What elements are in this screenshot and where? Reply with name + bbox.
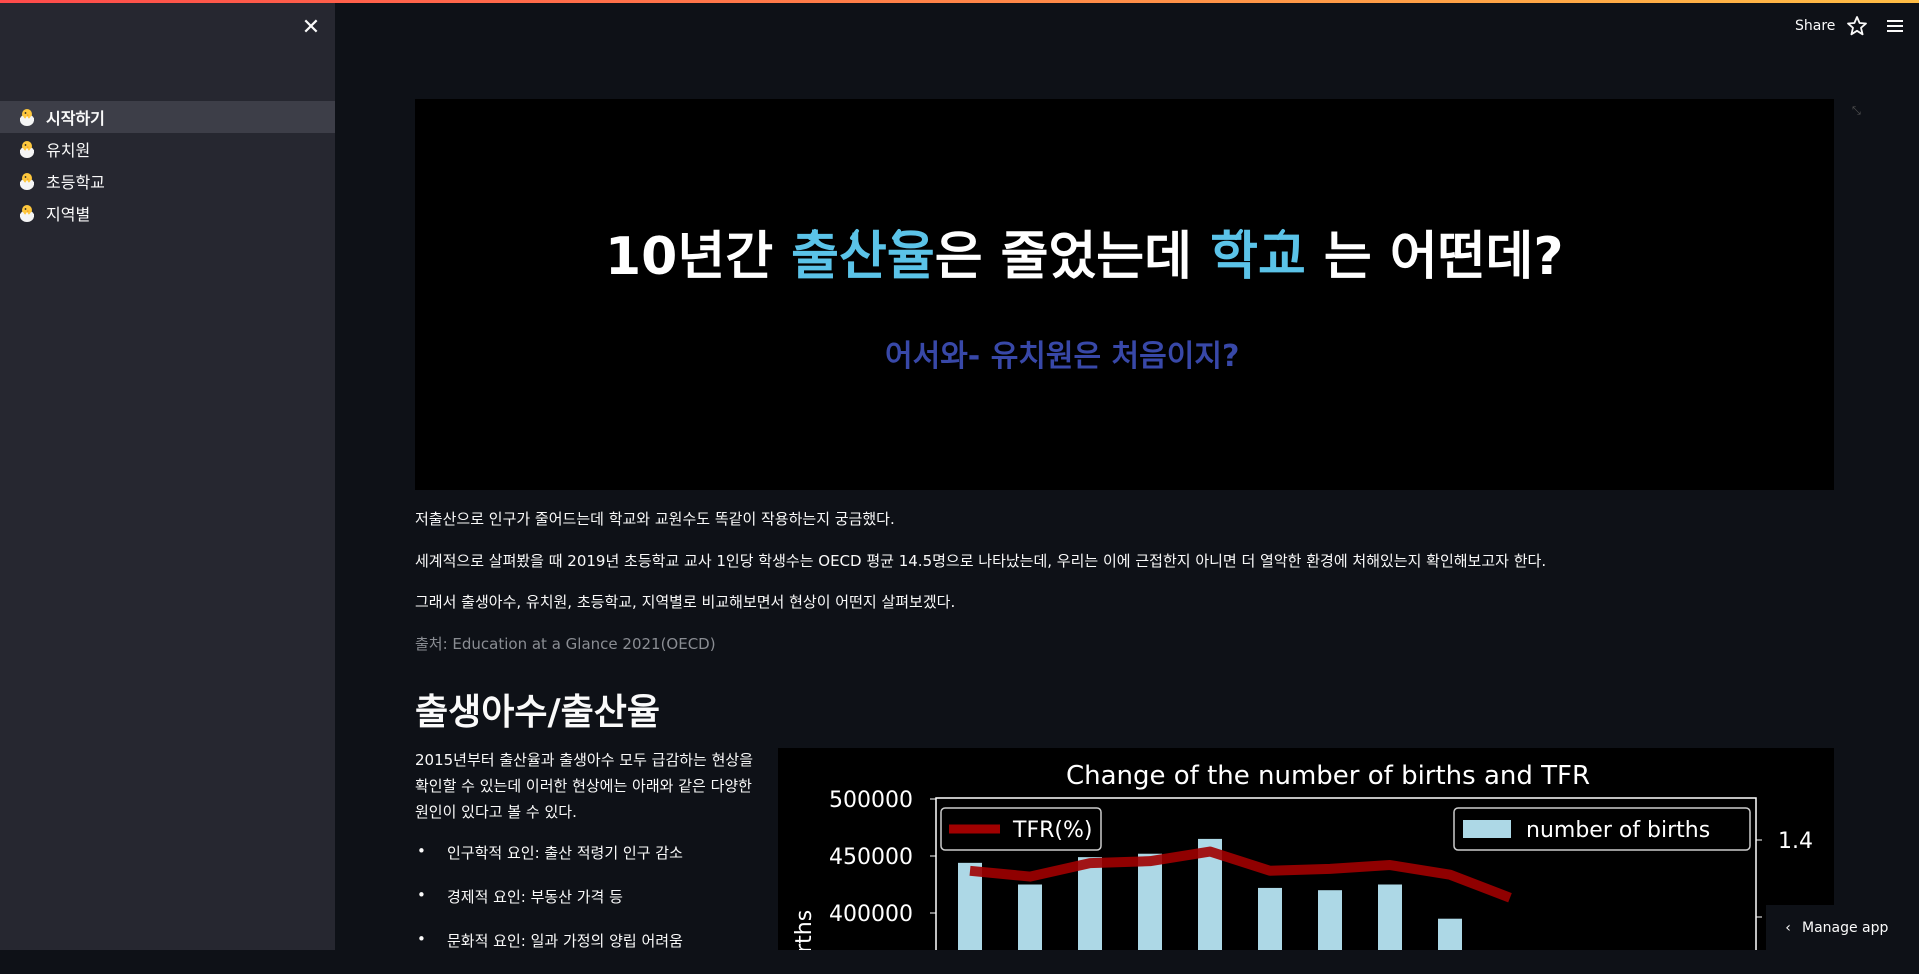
y2-tick-label: 1.4 — [1778, 829, 1813, 854]
hero-banner-image: 10년간 출산율은 줄었는데 학교 는 어떤데? 어서와- 유치원은 처음이지? — [415, 99, 1834, 490]
share-button[interactable]: Share — [1795, 18, 1835, 34]
sidebar-item-elementary[interactable]: 초등학교 — [0, 165, 335, 197]
bar — [1438, 918, 1462, 950]
hero-subtitle: 어서와- 유치원은 처음이지? — [885, 339, 1239, 374]
bar — [1318, 890, 1342, 950]
tfr-line — [969, 846, 1512, 903]
manage-app-label: Manage app — [1802, 919, 1889, 936]
hatching-chick-icon — [16, 170, 38, 192]
sidebar-item-label: 지역별 — [46, 205, 91, 224]
svg-text:number of births: number of births — [1526, 818, 1710, 843]
y-tick-label: 500000 — [829, 788, 913, 813]
y-tick-label: 450000 — [829, 845, 913, 870]
chevron-left-icon: ‹ — [1785, 919, 1791, 936]
sidebar-item-label: 유치원 — [46, 141, 91, 160]
y-axis-label: births — [792, 910, 817, 950]
hero-title-part: 는 어떤데? — [1306, 227, 1564, 287]
sidebar-item-label: 시작하기 — [46, 109, 105, 128]
star-icon[interactable] — [1845, 14, 1869, 38]
sidebar-nav: 시작하기 유치원 초등학교 지역별 — [0, 101, 335, 229]
hamburger-menu-icon[interactable] — [1883, 14, 1907, 38]
hatching-chick-icon — [16, 202, 38, 224]
hero-title-part: 10년간 — [605, 227, 791, 287]
bar — [1378, 884, 1402, 950]
hatching-chick-icon — [16, 138, 38, 160]
list-item: • 인구학적 요인: 출산 적령기 인구 감소 — [417, 842, 683, 862]
svg-text:TFR(%): TFR(%) — [1012, 818, 1092, 843]
chart-title: Change of the number of births and TFR — [1066, 761, 1590, 791]
births-tfr-chart: Change of the number of births and TFR 5… — [778, 748, 1834, 950]
sidebar-item-kindergarten[interactable]: 유치원 — [0, 133, 335, 165]
manage-app-button[interactable]: ‹ Manage app — [1766, 905, 1919, 950]
section-description: 2015년부터 출산율과 출생아수 모두 급감하는 현상을 확인할 수 있는데 … — [415, 751, 754, 821]
cause-list: • 인구학적 요인: 출산 적령기 인구 감소 • 경제적 요인: 부동산 가격 등… — [415, 842, 770, 974]
intro-paragraph-3: 그래서 출생아수, 유치원, 초등학교, 지역별로 비교해보면서 현상이 어떤지… — [415, 593, 956, 611]
close-icon[interactable]: ✕ — [300, 17, 322, 39]
hero-title-highlight: 학교 — [1210, 227, 1306, 287]
list-item: • 경제적 요인: 부동산 가격 등 — [417, 886, 623, 906]
bar — [1018, 884, 1042, 950]
hero-title-part: 은 줄었는데 — [935, 227, 1210, 287]
bar — [1258, 887, 1282, 950]
bar — [1078, 857, 1102, 950]
intro-paragraph-1: 저출산으로 인구가 줄어드는데 학교와 교원수도 똑같이 작용하는지 궁금했다. — [415, 510, 895, 528]
svg-text:10년간 출산율은 줄었는데 학교 는 어떤데?: 10년간 출산율은 줄었는데 학교 는 어떤데? — [605, 227, 1564, 287]
sidebar: ✕ 시작하기 유치원 초등학교 지역별 — [0, 3, 335, 950]
legend-births: number of births — [1453, 807, 1751, 851]
legend-tfr: TFR(%) — [940, 807, 1102, 851]
sidebar-item-start[interactable]: 시작하기 — [0, 101, 335, 133]
source-caption: 출처: Education at a Glance 2021(OECD) — [415, 635, 716, 653]
sidebar-item-region[interactable]: 지역별 — [0, 197, 335, 229]
fullscreen-icon[interactable]: ⤡ — [1852, 104, 1866, 118]
bar — [1138, 853, 1162, 950]
hatching-chick-icon — [16, 106, 38, 128]
list-item: • 문화적 요인: 일과 가정의 양립 어려움 — [417, 930, 683, 950]
section-heading: 출생아수/출산율 — [415, 692, 660, 733]
sidebar-item-label: 초등학교 — [46, 173, 105, 192]
y-tick-label: 400000 — [829, 902, 913, 927]
intro-paragraph-2: 세계적으로 살펴봤을 때 2019년 초등학교 교사 1인당 학생수는 OECD… — [415, 552, 1547, 570]
